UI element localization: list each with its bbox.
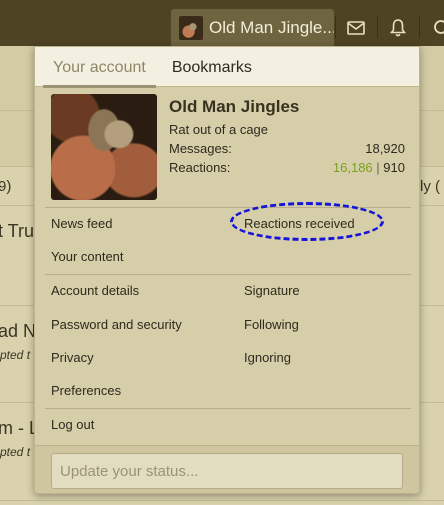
background-fragment[interactable]: t Tru [0, 221, 34, 242]
menu-divider [45, 274, 411, 275]
menu-tab-bar: Your account Bookmarks [35, 47, 419, 88]
tab-your-account[interactable]: Your account [43, 47, 156, 88]
reactions-values: 16,186 | 910 [333, 160, 405, 175]
messages-stat: Messages: 18,920 [169, 141, 405, 156]
background-divider [0, 500, 444, 501]
signature-link[interactable]: Signature [244, 283, 300, 298]
password-security-link[interactable]: Password and security [51, 317, 182, 332]
profile-summary: Old Man Jingles Rat out of a cage Messag… [51, 94, 405, 201]
status-update-area [35, 445, 419, 493]
logout-link[interactable]: Log out [51, 417, 94, 432]
positive-reactions-count[interactable]: 16,186 [333, 160, 373, 175]
account-dropdown-menu: Your account Bookmarks Old Man Jingles R… [34, 46, 420, 494]
account-details-link[interactable]: Account details [51, 283, 139, 298]
status-input[interactable] [51, 453, 403, 489]
background-fragment: pted t [0, 348, 31, 362]
background-fragment: 9) [0, 178, 12, 195]
background-fragment: pted t [0, 445, 31, 459]
other-reactions-count[interactable]: 910 [383, 160, 405, 175]
background-fragment[interactable]: ad N [0, 321, 36, 342]
news-feed-link[interactable]: News feed [51, 216, 112, 231]
reactions-label: Reactions: [169, 160, 231, 175]
top-navigation-bar: Old Man Jingle... [0, 0, 444, 46]
tab-bookmarks[interactable]: Bookmarks [162, 47, 262, 87]
user-avatar-small [179, 15, 203, 40]
annotation-highlight-ring [230, 202, 384, 241]
preferences-link[interactable]: Preferences [51, 383, 121, 398]
background-fragment: ly ( [420, 178, 440, 195]
menu-divider [45, 408, 411, 409]
user-menu-toggle[interactable]: Old Man Jingle... [171, 9, 334, 46]
privacy-link[interactable]: Privacy [51, 350, 94, 365]
user-title: Rat out of a cage [169, 122, 269, 137]
ignoring-link[interactable]: Ignoring [244, 350, 291, 365]
your-content-link[interactable]: Your content [51, 249, 124, 264]
search-icon[interactable] [420, 9, 444, 46]
reactions-separator: | [376, 160, 380, 175]
bell-icon[interactable] [378, 9, 418, 46]
profile-name[interactable]: Old Man Jingles [169, 97, 299, 117]
messages-count[interactable]: 18,920 [365, 141, 405, 156]
following-link[interactable]: Following [244, 317, 299, 332]
avatar[interactable] [51, 94, 157, 200]
username-label: Old Man Jingle... [209, 17, 334, 37]
mail-icon[interactable] [336, 9, 376, 46]
reactions-stat: Reactions: 16,186 | 910 [169, 160, 405, 175]
messages-label: Messages: [169, 141, 232, 156]
